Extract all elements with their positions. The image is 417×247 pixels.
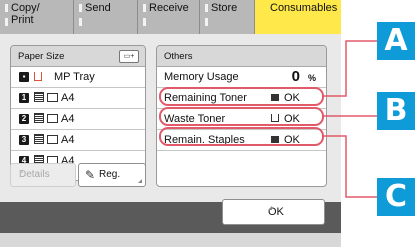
- callout-label-a: A: [377, 22, 415, 60]
- callout-connectors: [323, 40, 377, 198]
- callout-label-c: C: [377, 178, 415, 216]
- callout-label-b: B: [377, 92, 415, 130]
